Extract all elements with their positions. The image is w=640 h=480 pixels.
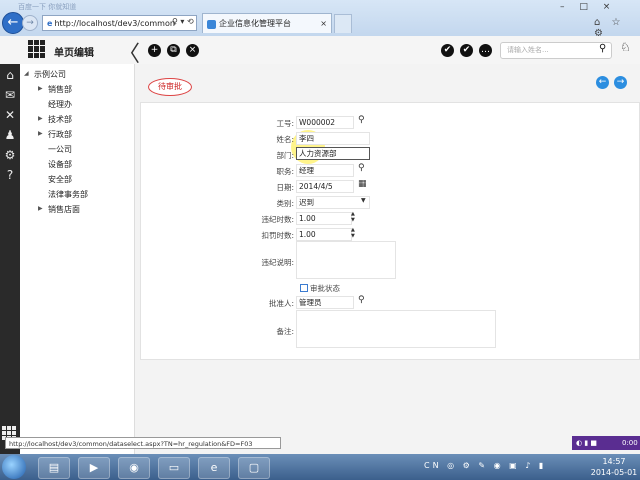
- approver-lookup-icon[interactable]: ⚲: [358, 295, 365, 305]
- calendar-icon[interactable]: ▦: [358, 179, 367, 189]
- approver-label: 批准人:: [268, 299, 294, 308]
- page-title: 单页编辑: [54, 48, 94, 59]
- start-button[interactable]: [2, 455, 26, 479]
- status-url: http://localhost/dev3/common/dataselect.…: [5, 437, 281, 449]
- name-label: 姓名:: [276, 135, 294, 144]
- system-tray[interactable]: CN ◎ ⚙ ✎ ◉ ▣ ♪ ▮: [424, 461, 546, 470]
- position-label: 职务:: [276, 167, 294, 176]
- user-icon[interactable]: ♘: [620, 40, 631, 54]
- tree-node[interactable]: 法律事务部: [48, 189, 88, 200]
- collapsed-arrow-icon[interactable]: ▶: [38, 115, 43, 122]
- deduct-hours-field[interactable]: 1.00: [296, 228, 352, 241]
- search-icon[interactable]: ⚲: [599, 43, 606, 54]
- back-button[interactable]: ←: [2, 12, 24, 34]
- tree-node[interactable]: 设备部: [48, 159, 72, 170]
- browser-tab[interactable]: 企业信息化管理平台 ×: [202, 13, 332, 33]
- tree-node[interactable]: 示例公司: [34, 69, 66, 80]
- media-player-taskbar-icon[interactable]: ▶: [78, 457, 110, 479]
- org-tree: ◢ 示例公司 ▶ 销售部 经理办 ▶ 技术部 ▶ 行政部 一公司 设备部 安全部…: [20, 64, 135, 454]
- tree-node[interactable]: 一公司: [48, 144, 72, 155]
- collapsed-arrow-icon[interactable]: ▶: [38, 130, 43, 137]
- type-select[interactable]: 迟到: [296, 196, 370, 209]
- tree-node[interactable]: 安全部: [48, 174, 72, 185]
- date-label: 日期:: [276, 183, 294, 192]
- remark-label: 备注:: [276, 327, 294, 336]
- copy-button[interactable]: ⧉: [167, 44, 180, 57]
- approval-status-label: 审批状态: [310, 284, 340, 293]
- tree-node[interactable]: 销售店面: [48, 204, 80, 215]
- stepper-icon[interactable]: ▲ ▼: [351, 211, 355, 223]
- approve-button[interactable]: ✔: [441, 44, 454, 57]
- tree-node[interactable]: 行政部: [48, 129, 72, 140]
- name-field[interactable]: 李四: [296, 132, 370, 145]
- address-tools[interactable]: ♀ ▾ ⟲: [172, 17, 194, 26]
- emp-no-field[interactable]: W000002: [296, 116, 354, 129]
- icon-sidebar: [0, 64, 20, 454]
- blurred-window-title: 百度一下 你就知道: [18, 3, 77, 11]
- clock-time[interactable]: 14:57: [592, 457, 636, 466]
- home-icon[interactable]: ⌂: [3, 68, 17, 82]
- violation-desc-textarea[interactable]: [296, 241, 396, 279]
- person-icon[interactable]: ♟: [3, 128, 17, 142]
- violation-desc-label: 违纪说明:: [261, 258, 294, 267]
- explorer-taskbar-icon[interactable]: ▤: [38, 457, 70, 479]
- tree-node[interactable]: 技术部: [48, 114, 72, 125]
- page-icon: [207, 20, 216, 29]
- window-controls[interactable]: – □ ×: [560, 2, 616, 12]
- search-input[interactable]: 请输入姓名...: [500, 42, 612, 59]
- position-field[interactable]: 经理: [296, 164, 354, 177]
- violation-hours-label: 违纪时数:: [261, 215, 294, 224]
- language-indicator[interactable]: CN: [424, 461, 442, 470]
- position-lookup-icon[interactable]: ⚲: [358, 163, 365, 173]
- tree-node[interactable]: 经理办: [48, 99, 72, 110]
- clock-date[interactable]: 2014-05-01: [590, 468, 638, 477]
- type-label: 类别:: [276, 199, 294, 208]
- add-button[interactable]: +: [148, 44, 161, 57]
- new-tab-button[interactable]: [334, 14, 352, 33]
- forward-button[interactable]: →: [22, 15, 38, 31]
- expanded-arrow-icon[interactable]: ◢: [24, 70, 29, 77]
- dept-field[interactable]: 人力资源部: [296, 147, 370, 160]
- tree-node[interactable]: 销售部: [48, 84, 72, 95]
- tab-title: 企业信息化管理平台: [219, 19, 291, 28]
- dropdown-arrow-icon[interactable]: ▼: [361, 197, 366, 204]
- chat-icon[interactable]: ✉: [3, 88, 17, 102]
- folder-taskbar-icon[interactable]: ▭: [158, 457, 190, 479]
- emp-no-lookup-icon[interactable]: ⚲: [358, 115, 365, 125]
- collapsed-arrow-icon[interactable]: ▶: [38, 205, 43, 212]
- recorder-time: 0:00: [622, 439, 638, 447]
- recorder-controls[interactable]: ◐ ▮ ■: [576, 439, 597, 447]
- help-icon[interactable]: ?: [3, 168, 17, 182]
- tools-icon[interactable]: ✕: [3, 108, 17, 122]
- collapsed-arrow-icon[interactable]: ▶: [38, 85, 43, 92]
- ie-icon: e: [47, 19, 53, 28]
- window-taskbar-icon[interactable]: ▢: [238, 457, 270, 479]
- apps-grid-icon[interactable]: [28, 40, 46, 58]
- next-record-button[interactable]: →: [614, 76, 627, 89]
- approval-status-checkbox[interactable]: [300, 284, 308, 292]
- more-button[interactable]: …: [479, 44, 492, 57]
- remark-textarea[interactable]: [296, 310, 496, 348]
- emp-no-label: 工号:: [276, 119, 294, 128]
- date-field[interactable]: 2014/4/5: [296, 180, 354, 193]
- deduct-hours-label: 扣罚时数:: [261, 231, 294, 240]
- delete-button[interactable]: ×: [186, 44, 199, 57]
- stepper-icon[interactable]: ▲ ▼: [351, 227, 355, 239]
- chrome-taskbar-icon[interactable]: ◉: [118, 457, 150, 479]
- status-badge: 待审批: [148, 78, 192, 96]
- approver-field[interactable]: 管理员: [296, 296, 354, 309]
- tab-close-icon[interactable]: ×: [320, 14, 327, 34]
- prev-record-button[interactable]: ←: [596, 76, 609, 89]
- violation-hours-field[interactable]: 1.00: [296, 212, 352, 225]
- dept-label: 部门:: [276, 151, 294, 160]
- approve-all-button[interactable]: ✔: [460, 44, 473, 57]
- address-text: http://localhost/dev3/common: [54, 19, 175, 28]
- screen-recorder-widget[interactable]: ◐ ▮ ■ 0:00: [572, 436, 640, 450]
- settings-icon[interactable]: ⚙: [3, 148, 17, 162]
- ie-taskbar-icon[interactable]: e: [198, 457, 230, 479]
